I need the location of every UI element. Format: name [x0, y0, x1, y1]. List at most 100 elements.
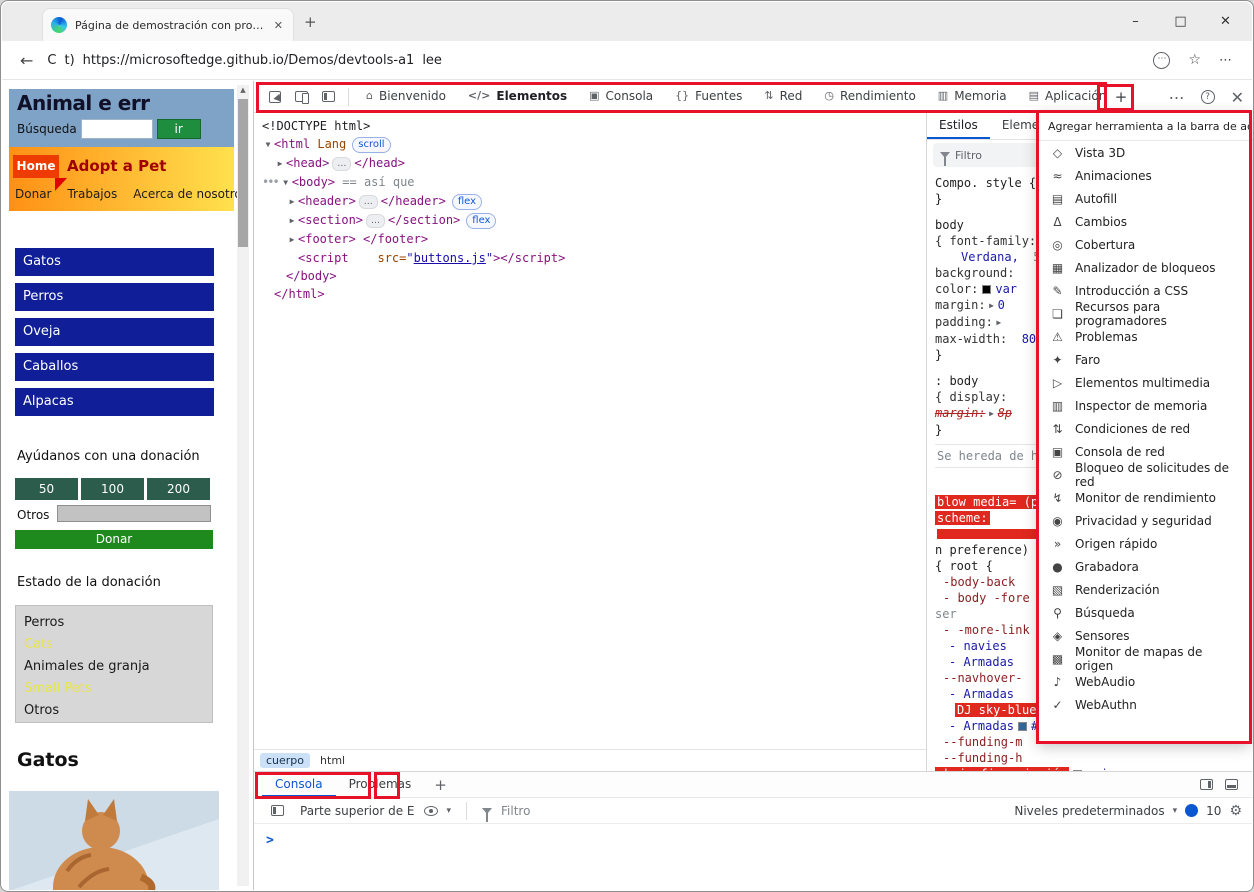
- site-info-icon[interactable]: t): [64, 53, 74, 68]
- page-scrollbar[interactable]: ▲: [237, 85, 249, 886]
- menu-item[interactable]: ♪ WebAudio: [1038, 670, 1250, 693]
- donation-amount-button[interactable]: 200: [147, 478, 210, 500]
- scrollbar-thumb[interactable]: [238, 99, 248, 247]
- devtools-tab[interactable]: </> Elementos: [457, 81, 578, 112]
- nav-link[interactable]: Trabajos: [67, 187, 117, 201]
- menu-item[interactable]: ⚠ Problemas: [1038, 325, 1250, 348]
- listbox-item[interactable]: Perros: [24, 612, 204, 634]
- menu-item[interactable]: ▥ Inspector de memoria: [1038, 394, 1250, 417]
- browser-tab[interactable]: Página de demostración con problemas de …: [42, 8, 294, 41]
- menu-item[interactable]: » Origen rápido: [1038, 532, 1250, 555]
- nav-link[interactable]: Acerca de nosotros: [133, 187, 248, 201]
- animal-button[interactable]: Alpacas: [15, 388, 214, 416]
- address-bar[interactable]: ← C t) https://microsoftedge.github.io/D…: [2, 41, 1252, 80]
- animal-button[interactable]: Caballos: [15, 353, 214, 381]
- tab-close-icon[interactable]: ✕: [272, 17, 285, 34]
- devtools-tab[interactable]: ⌂ Bienvenido: [355, 81, 457, 112]
- nav-home-link[interactable]: Home: [13, 155, 59, 178]
- animal-button[interactable]: Oveja: [15, 318, 214, 346]
- breadcrumb-item-html[interactable]: html: [314, 753, 351, 768]
- menu-item-label: Elementos multimedia: [1075, 376, 1210, 390]
- menu-item[interactable]: ▦ Analizador de bloqueos: [1038, 256, 1250, 279]
- nav-adopt-link[interactable]: Adopt a Pet: [67, 157, 166, 175]
- devtools-tab[interactable]: ▣ Consola: [578, 81, 664, 112]
- animal-button[interactable]: Perros: [15, 283, 214, 311]
- listbox-item[interactable]: Otros: [24, 700, 204, 722]
- extensions-icon[interactable]: ⋯: [1153, 52, 1170, 69]
- drawer-tab[interactable]: Consola: [262, 772, 336, 797]
- scroll-up-icon[interactable]: ▲: [237, 85, 249, 96]
- menu-item[interactable]: ⇅ Condiciones de red: [1038, 417, 1250, 440]
- maximize-button[interactable]: □: [1158, 2, 1203, 41]
- log-levels-dropdown[interactable]: Niveles predeterminados: [1014, 804, 1164, 818]
- drawer-tab[interactable]: Problemas: [336, 772, 425, 797]
- donate-button[interactable]: Donar: [15, 530, 213, 549]
- menu-item[interactable]: ◉ Privacidad y seguridad: [1038, 509, 1250, 532]
- browser-menu-icon[interactable]: ⋯: [1219, 53, 1232, 68]
- menu-item[interactable]: ▩ Monitor de mapas de origen: [1038, 647, 1250, 670]
- donation-amount-button[interactable]: 100: [81, 478, 144, 500]
- devtools-tab[interactable]: {} Fuentes: [664, 81, 753, 112]
- menu-item[interactable]: ▷ Elementos multimedia: [1038, 371, 1250, 394]
- listbox-item[interactable]: Cats: [24, 634, 204, 656]
- menu-item[interactable]: ● Grabadora: [1038, 555, 1250, 578]
- url-text[interactable]: https://microsoftedge.github.io/Demos/de…: [83, 53, 415, 68]
- menu-item[interactable]: ◇ Vista 3D: [1038, 141, 1250, 164]
- nav-link[interactable]: Donar: [15, 187, 51, 201]
- menu-item[interactable]: ✦ Faro: [1038, 348, 1250, 371]
- listbox-item[interactable]: Animales de granja: [24, 656, 204, 678]
- devtools-tab[interactable]: ⇅ Red: [753, 81, 813, 112]
- styles-tab[interactable]: Estilos: [927, 113, 990, 139]
- other-amount-input[interactable]: [57, 505, 211, 522]
- console-sidebar-icon[interactable]: [271, 805, 284, 816]
- dom-tree[interactable]: <!DOCTYPE html>▼<html Langscroll▶<head>……: [254, 113, 926, 749]
- devtools-tab[interactable]: ▤ Aplicación: [1018, 81, 1118, 112]
- menu-item[interactable]: ✓ WebAuthn: [1038, 693, 1250, 716]
- dock-side-icon[interactable]: [1200, 779, 1213, 790]
- back-icon[interactable]: ←: [20, 51, 33, 70]
- menu-item[interactable]: ❏ Recursos para programadores: [1038, 302, 1250, 325]
- menu-item[interactable]: Δ Cambios: [1038, 210, 1250, 233]
- devtools-more-icon[interactable]: ⋯: [1169, 88, 1185, 107]
- search-go-button[interactable]: ir: [157, 119, 201, 139]
- devtools-help-icon[interactable]: ?: [1201, 90, 1215, 104]
- animal-button[interactable]: Gatos: [15, 248, 214, 276]
- donation-status-listbox[interactable]: PerrosCatsAnimales de granjaSmall PetsOt…: [15, 605, 213, 723]
- devtools-close-icon[interactable]: ✕: [1231, 88, 1244, 107]
- devtools-tab[interactable]: ▥ Memoria: [927, 81, 1018, 112]
- console-prompt[interactable]: >: [254, 824, 1252, 848]
- reload-icon[interactable]: C: [47, 53, 56, 68]
- menu-item-icon: ▧: [1050, 583, 1065, 597]
- activity-bar-icon[interactable]: [322, 91, 335, 102]
- menu-item-label: Condiciones de red: [1075, 422, 1190, 436]
- console-filter-label[interactable]: Filtro: [501, 804, 530, 818]
- live-expression-eye-icon[interactable]: [424, 806, 438, 816]
- console-context-selector[interactable]: Parte superior de E: [300, 804, 415, 818]
- more-tools-button[interactable]: +: [1110, 86, 1132, 108]
- favorites-star-icon[interactable]: ☆: [1188, 52, 1201, 68]
- expand-drawer-icon[interactable]: [1225, 779, 1238, 790]
- close-button[interactable]: ✕: [1203, 2, 1248, 41]
- issues-icon[interactable]: [1185, 804, 1198, 817]
- console-settings-gear-icon[interactable]: ⚙: [1229, 803, 1242, 819]
- listbox-item[interactable]: Small Pets: [24, 678, 204, 700]
- menu-item[interactable]: ◎ Cobertura: [1038, 233, 1250, 256]
- menu-item[interactable]: ↯ Monitor de rendimiento: [1038, 486, 1250, 509]
- issues-count[interactable]: 10: [1206, 804, 1221, 818]
- breadcrumb-item-body[interactable]: cuerpo: [260, 753, 310, 768]
- inspect-element-icon[interactable]: [269, 91, 281, 103]
- device-emulation-icon[interactable]: [295, 91, 308, 102]
- menu-item-icon: ◈: [1050, 629, 1065, 643]
- drawer-add-tab-button[interactable]: +: [434, 776, 447, 794]
- devtools-tab[interactable]: ◷ Rendimiento: [813, 81, 926, 112]
- new-tab-button[interactable]: +: [304, 13, 317, 31]
- menu-item[interactable]: ▤ Autofill: [1038, 187, 1250, 210]
- read-aloud-label[interactable]: lee: [422, 53, 442, 68]
- minimize-button[interactable]: –: [1113, 2, 1158, 41]
- menu-item[interactable]: ≈ Animaciones: [1038, 164, 1250, 187]
- menu-item[interactable]: ▧ Renderización: [1038, 578, 1250, 601]
- donation-amount-button[interactable]: 50: [15, 478, 78, 500]
- search-input[interactable]: [81, 119, 153, 139]
- menu-item[interactable]: ⊘ Bloqueo de solicitudes de red: [1038, 463, 1250, 486]
- menu-item[interactable]: ⚲ Búsqueda: [1038, 601, 1250, 624]
